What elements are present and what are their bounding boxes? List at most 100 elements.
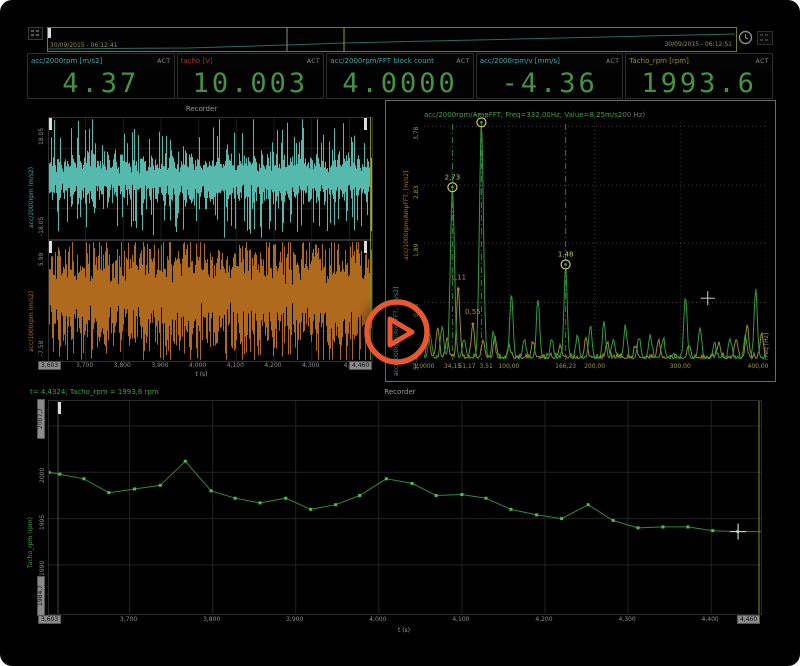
- timeline-date-end: 30/09/2015 - 06:12:51: [636, 41, 732, 48]
- fft-xtick: 3,51: [479, 363, 492, 370]
- display-act-badge: ACT: [307, 58, 320, 65]
- fft-freq-label: Freq [Hz]: [764, 308, 770, 360]
- trend-xtick: 3,700: [120, 616, 137, 623]
- strip-a-right-handle[interactable]: [364, 118, 367, 130]
- tacho-trend-chart: [49, 401, 761, 614]
- acc2000-waveform-chart: [49, 118, 372, 239]
- svg-text:3,78: 3,78: [474, 114, 490, 116]
- svg-text:1,48: 1,48: [558, 251, 574, 259]
- trend-xtick: 3,800: [203, 616, 220, 623]
- fft-xtick: 300,00: [670, 363, 691, 370]
- display-act-badge: ACT: [157, 58, 170, 65]
- acc1000-waveform-chart: [49, 241, 372, 361]
- timeline-overview-chart: [48, 28, 736, 51]
- svg-text:0,55: 0,55: [465, 308, 481, 316]
- fft-ytick: 2,83: [414, 173, 420, 199]
- fft-ylabel-acc1000: acc/1000rpm/AmpFFT; [m/s2]: [404, 128, 410, 260]
- fft-xtick: 51,17: [458, 363, 475, 370]
- channel-label-acc2000: acc/2000rpm (m/s2): [29, 132, 35, 228]
- play-overlay[interactable]: [362, 297, 432, 367]
- display-value: 4.0000: [327, 68, 473, 99]
- xtick-label: 3,900: [151, 362, 168, 369]
- trend-ytick: 2005: [40, 413, 46, 437]
- trend-ytick: 1995: [40, 506, 46, 530]
- trend-ytick: 2000: [40, 459, 46, 483]
- display-header: Tacho_rpm [rpm] ACT: [626, 54, 772, 67]
- trend-plot[interactable]: [48, 400, 762, 615]
- grid-icon[interactable]: [28, 27, 43, 40]
- clock-icon[interactable]: [738, 30, 753, 45]
- trend-xtick: 3,900: [286, 616, 303, 623]
- display-act-badge: ACT: [606, 58, 619, 65]
- ytick-acc1000-max: 5.99: [39, 242, 45, 266]
- dewesoft-screen: 30/09/2015 - 06:12:41 30/09/2015 - 06:12…: [0, 0, 800, 666]
- waveform-strip-acc1000[interactable]: [48, 240, 373, 362]
- fft-xtick: 100,00: [498, 363, 519, 370]
- xtick-label: 4,000: [189, 362, 206, 369]
- recorder-left-title: Recorder: [27, 105, 376, 113]
- display-header: acc/2000rpm [m/s2] ACT: [28, 54, 174, 67]
- xtick-label: 4,300: [302, 362, 319, 369]
- svg-text:2,73: 2,73: [445, 173, 461, 181]
- strip-b-right-handle[interactable]: [364, 241, 367, 253]
- fft-chart: 2,73 3,78 1,48 1,11 0,55: [424, 114, 766, 360]
- display-panel-1: tacho [V] ACT 10.003: [177, 53, 325, 99]
- trend-xtick: 4,400: [702, 616, 719, 623]
- fft-xtick: 400,00: [748, 363, 769, 370]
- ytick-acc1000-min: -7.58: [39, 326, 45, 356]
- display-channel-name: acc/2000rpm/FFT block count: [330, 57, 434, 65]
- trend-xlabel: t (s): [48, 627, 760, 634]
- fft-xtick: 200,00: [584, 363, 605, 370]
- fft-ytick: 3,78: [414, 114, 420, 140]
- recorder-left-xmin-box: 3,603: [38, 361, 61, 370]
- numeric-displays-row: acc/2000rpm [m/s2] ACT 4.37 tacho [V] ACT 10.…: [27, 53, 773, 99]
- calendar-grid-icon[interactable]: [757, 31, 773, 45]
- waveform-strip-acc2000[interactable]: [48, 117, 373, 240]
- xtick-label: 4,200: [264, 362, 281, 369]
- ytick-acc2000-min: -18.05: [39, 204, 45, 236]
- trend-ytick: 1990: [40, 552, 46, 576]
- recorder-left-xlabel: t (s): [27, 371, 376, 378]
- timeline-left-handle[interactable]: [48, 28, 51, 38]
- display-value: 10.003: [178, 68, 324, 99]
- display-channel-name: Tacho_rpm [rpm]: [629, 57, 688, 65]
- display-act-badge: ACT: [756, 58, 769, 65]
- display-panel-2: acc/2000rpm/FFT block count ACT 4.0000: [326, 53, 474, 99]
- trend-xtick: 4,300: [618, 616, 635, 623]
- xtick-label: 3,700: [76, 362, 93, 369]
- xtick-label: 3,800: [114, 362, 131, 369]
- display-value: -4.36: [477, 68, 623, 99]
- display-value: 1993.6: [626, 68, 772, 99]
- display-panel-0: acc/2000rpm [m/s2] ACT 4.37: [27, 53, 175, 99]
- strip-a-left-handle[interactable]: [49, 118, 52, 130]
- ytick-acc2000-max: 18.05: [39, 119, 45, 145]
- timeline-date-start: 30/09/2015 - 06:12:41: [50, 42, 118, 49]
- display-panel-4: Tacho_rpm [rpm] ACT 1993.6: [625, 53, 773, 99]
- trend-ymin-box: 1984,7: [37, 576, 45, 616]
- play-icon: [362, 297, 432, 367]
- display-header: tacho [V] ACT: [178, 54, 324, 67]
- display-channel-name: acc/2000rpm [m/s2]: [31, 57, 102, 65]
- recorder-bottom-title: Recorder: [27, 388, 773, 396]
- trend-xmin-box: 3,603: [38, 615, 61, 624]
- channel-label-acc1000: acc/1000rpm (m/s2): [29, 256, 35, 352]
- display-channel-name: acc/2000rpm/v [mm/s]: [480, 57, 560, 65]
- trend-xtick: 4,100: [452, 616, 469, 623]
- display-header: acc/2000rpm/FFT block count ACT: [327, 54, 473, 67]
- app-window: 30/09/2015 - 06:12:41 30/09/2015 - 06:12…: [0, 0, 800, 666]
- xtick-label: 4,100: [227, 362, 244, 369]
- display-value: 4.37: [28, 68, 174, 99]
- trend-ylabel: Tacho_rpm (rpm): [28, 448, 34, 568]
- strip-b-left-handle[interactable]: [49, 241, 52, 253]
- display-header: acc/2000rpm/v [mm/s] ACT: [477, 54, 623, 67]
- fft-plot[interactable]: 2,73 3,78 1,48 1,11 0,55: [424, 114, 766, 360]
- trend-xtick: 4,200: [535, 616, 552, 623]
- trend-xtick: 4,000: [369, 616, 386, 623]
- trend-xmax-box: 4,460: [737, 615, 760, 624]
- display-channel-name: tacho [V]: [181, 57, 213, 65]
- timeline-strip[interactable]: [47, 27, 737, 52]
- display-panel-3: acc/2000rpm/v [mm/s] ACT -4.36: [476, 53, 624, 99]
- svg-text:1,11: 1,11: [450, 273, 466, 281]
- display-act-badge: ACT: [456, 58, 469, 65]
- fft-xtick: 166,23: [555, 363, 576, 370]
